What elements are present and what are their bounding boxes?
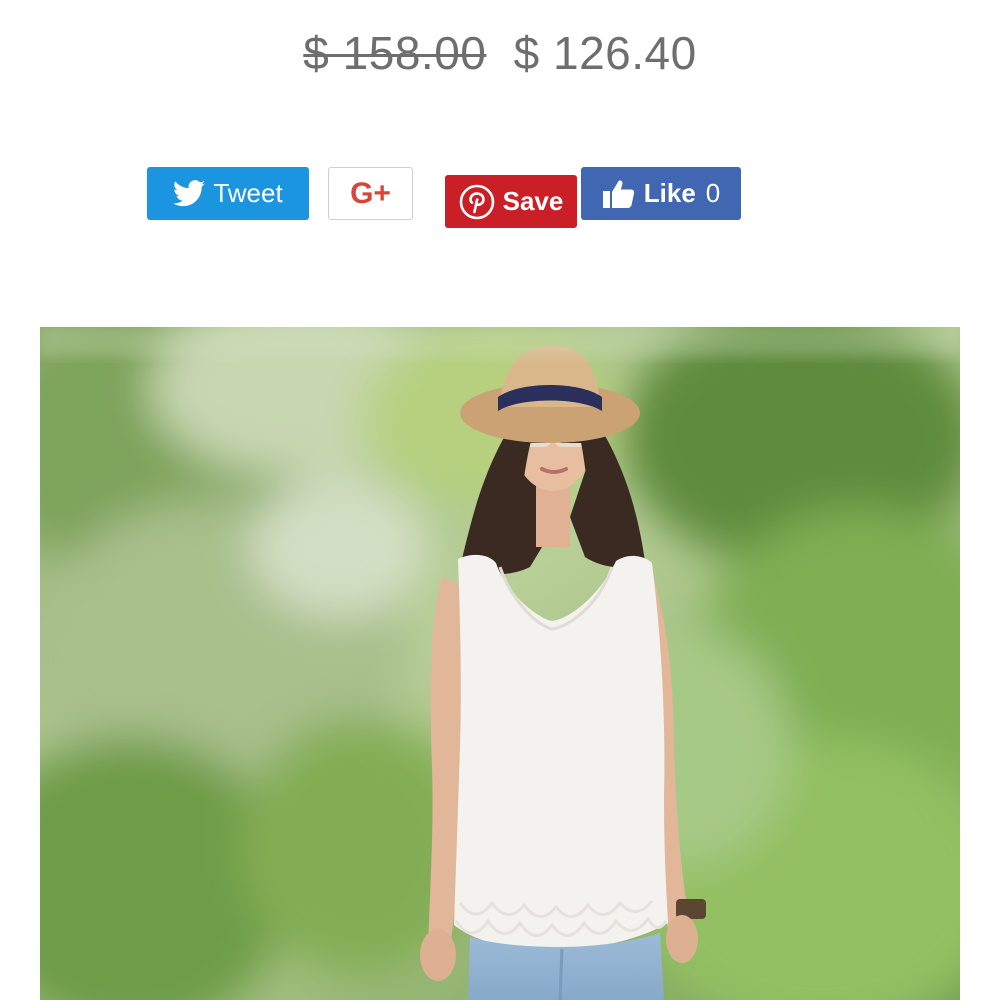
facebook-like-button[interactable]: Like 0 [581, 167, 741, 220]
tweet-button[interactable]: Tweet [147, 167, 309, 220]
product-photo [40, 327, 960, 1000]
product-page: $ 158.00 $ 126.40 Tweet G+ Save Like 0 [0, 0, 1000, 1000]
facebook-like-label: Like [643, 178, 696, 208]
pinterest-icon [459, 184, 495, 220]
like-count: 0 [705, 178, 721, 208]
pinterest-save-button[interactable]: Save [445, 175, 577, 228]
sale-price: $ 126.40 [513, 27, 697, 79]
google-plus-button[interactable]: G+ [328, 167, 413, 220]
price-row: $ 158.00 $ 126.40 [0, 22, 1000, 84]
tweet-label: Tweet [213, 178, 283, 208]
twitter-bird-icon [173, 180, 206, 207]
pinterest-save-label: Save [502, 186, 564, 216]
thumbs-up-icon [602, 178, 636, 210]
google-plus-icon: G+ [350, 176, 391, 210]
original-price: $ 158.00 [303, 27, 487, 79]
